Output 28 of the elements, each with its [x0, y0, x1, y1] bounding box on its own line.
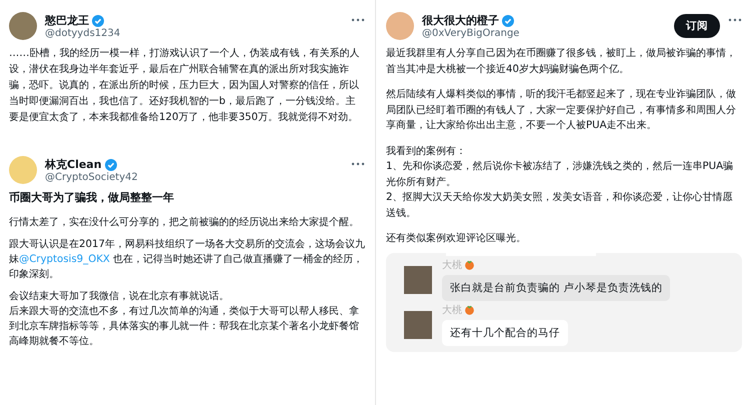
- more-options-icon[interactable]: [728, 18, 742, 22]
- more-options-icon[interactable]: [351, 162, 365, 166]
- author-name[interactable]: 憨巴龙王: [45, 13, 89, 28]
- photo-placeholder: [404, 266, 432, 294]
- fruit-icon: [464, 259, 475, 270]
- photo-placeholder: [404, 310, 432, 338]
- message-bubble: 还有十几个配合的马仔: [442, 320, 568, 346]
- post-paragraph: 跟大哥认识是在2017年，网易科技组织了一场各大交易所的交流会，这场会议九妹@Cryptosis9_OKX 也在，记得当时她还讲了自己做直播赚了一桶金的经历，印象深刻。: [9, 238, 365, 282]
- more-options-icon[interactable]: [351, 18, 365, 22]
- message-bubble: 张白就是台前负责骗的 卢小琴是负责洗钱的: [442, 274, 670, 300]
- author-name[interactable]: 很大很大的橙子: [422, 13, 499, 28]
- user-handle[interactable]: @0xVeryBigOrange: [422, 28, 666, 39]
- user-handle[interactable]: @dotyyds1234: [45, 28, 343, 39]
- post-paragraph: 会议结束大哥加了我微信，说在北京有事就说话。 后来跟大哥的交流也不多，有过几次简单的沟通，类似于大哥可以帮人移民、拿到北京车牌指标等等，具体落实的事儿就一件：帮我在北京某个著名小龙虾餐馆高峰期就餐不等位。: [9, 290, 360, 349]
- post-title: 币圈大哥为了骗我，做局整整一年: [9, 190, 175, 205]
- post-paragraph: 然后陆续有人爆料类似的事情，听的我汗毛都竖起来了，现在专业诈骗团队，做局团队已经盯着币圈的有钱人了，大家一定要保护好自己，有事情多和周围人分享商量，让大家给你出出主意，不要一个人被PUA走不出来。: [386, 88, 737, 133]
- user-handle[interactable]: @CryptoSociety42: [45, 172, 343, 183]
- post-paragraph: ……卧槽，我的经历一模一样，打游戏认识了一个人，伪装成有钱，有关系的人设，潜伏在我身边半年套近乎，最后在广州联合辅警在真的派出所对我实施诈骗，恐吓。说真的，在派出所的时候，压力巨大，因为国人对警察的信任，所以当时即便漏洞百出，我也信了。还好我机智的一b，最后跑了，一分钱没给。主要是便宜太贪了，本来我都准备给120万了，他非要350万。我就觉得不对劲。: [9, 46, 360, 125]
- subscribe-button[interactable]: 订阅: [674, 14, 720, 38]
- fruit-icon: [464, 304, 475, 315]
- avatar[interactable]: [9, 12, 37, 40]
- post-paragraph: 行情太差了，实在没什么可分享的，把之前被骗的的经历说出来给大家提个醒。: [9, 216, 360, 230]
- author-name[interactable]: 林克Clean: [45, 157, 102, 172]
- sender-name: 大桃: [442, 258, 462, 272]
- post-paragraph: 还有类似案例欢迎评论区曝光。: [386, 232, 527, 246]
- sender-name: 大桃: [442, 304, 462, 316]
- post-paragraph: 最近我群里有人分享自己因为在币圈赚了很多钱，被盯上，做局被诈骗的事情，首当其冲是大桃被一个接近40岁大妈骗财骗色两个亿。: [386, 46, 737, 76]
- post-paragraph: 我看到的案例有： 1、先和你谈恋爱，然后说你卡被冻结了，涉嫌洗钱之类的，然后一连串PUA骗光你所有财产。 2、抠脚大汉天天给你发大奶美女照，发美女语音，和你谈恋爱，让你心甘情愿送钱。: [386, 144, 734, 220]
